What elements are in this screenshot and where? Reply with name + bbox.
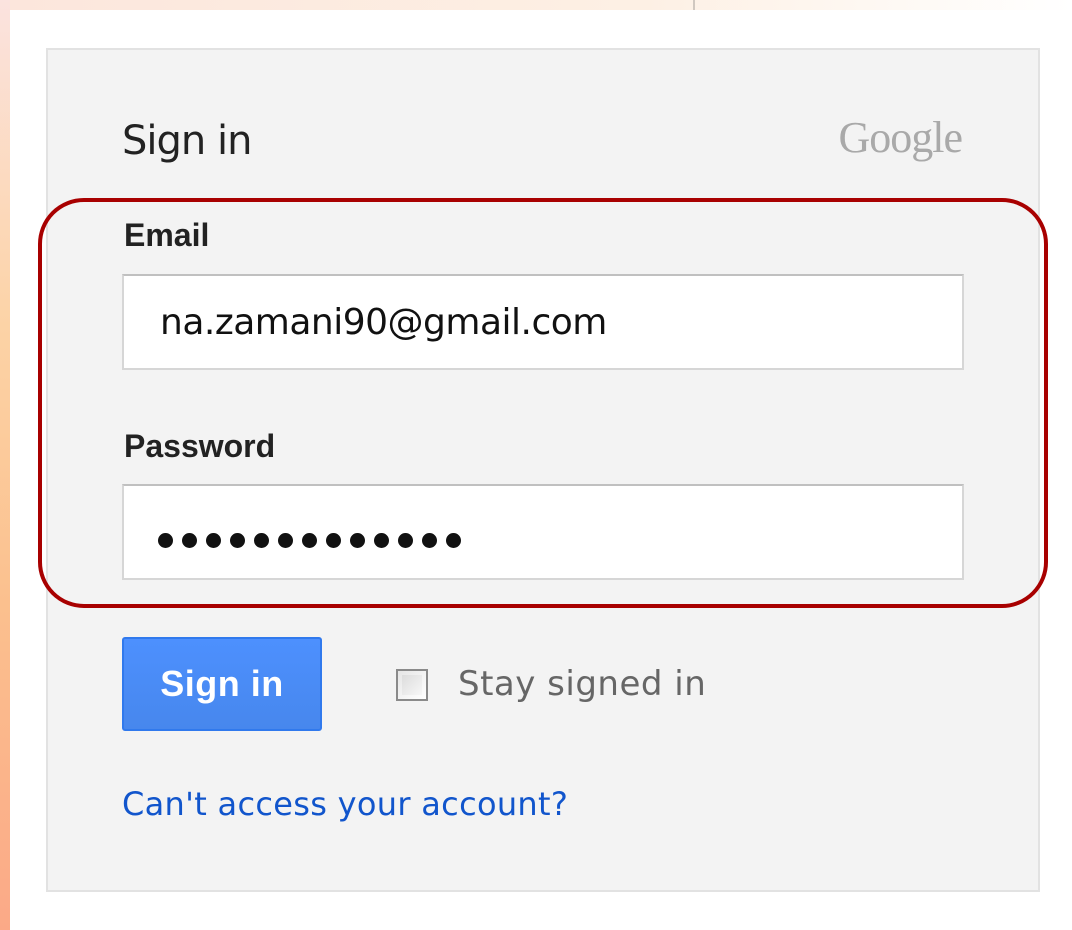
cant-access-account-link[interactable]: Can't access your account? (122, 785, 568, 823)
edge-mark (693, 0, 695, 10)
password-dot (254, 533, 269, 548)
password-dot (302, 533, 317, 548)
password-dot (398, 533, 413, 548)
page-left-edge (0, 0, 10, 930)
stay-signed-in-label: Stay signed in (458, 664, 707, 704)
password-dot (182, 533, 197, 548)
page-top-edge (0, 0, 1072, 10)
stay-signed-in-checkbox[interactable] (396, 669, 428, 701)
password-field[interactable] (122, 484, 964, 580)
password-label: Password (124, 428, 276, 464)
password-dot (326, 533, 341, 548)
password-dot (158, 533, 173, 548)
email-field[interactable] (122, 274, 964, 370)
google-logo: Google (838, 113, 963, 162)
password-dot (374, 533, 389, 548)
password-dot (422, 533, 437, 548)
password-mask (158, 533, 470, 553)
password-dot (230, 533, 245, 548)
password-dot (446, 533, 461, 548)
sign-in-button[interactable]: Sign in (122, 637, 322, 731)
signin-title: Sign in (122, 118, 252, 164)
password-dot (278, 533, 293, 548)
password-dot (206, 533, 221, 548)
email-label: Email (124, 217, 210, 253)
password-dot (350, 533, 365, 548)
